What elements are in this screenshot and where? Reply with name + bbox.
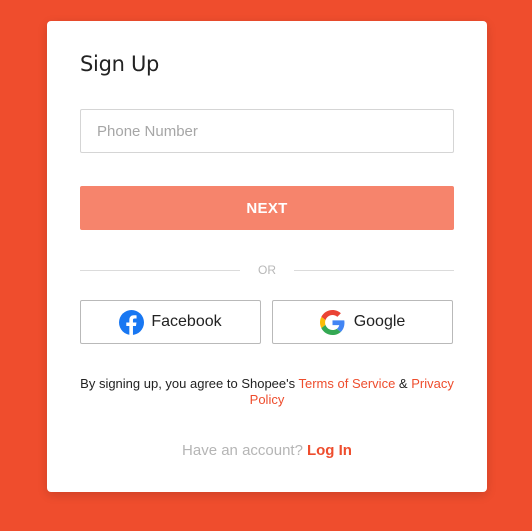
login-prompt-text: Have an account? bbox=[182, 442, 303, 459]
facebook-icon bbox=[119, 309, 145, 335]
google-icon bbox=[319, 309, 345, 335]
google-login-button[interactable]: Google bbox=[272, 300, 453, 344]
or-divider: OR bbox=[80, 262, 454, 278]
next-button[interactable]: NEXT bbox=[80, 186, 454, 230]
terms-notice: By signing up, you agree to Shopee's Ter… bbox=[80, 376, 454, 408]
facebook-login-button[interactable]: Facebook bbox=[80, 300, 261, 344]
login-prompt-row: Have an account? Log In bbox=[80, 442, 454, 459]
google-button-label: Google bbox=[353, 313, 406, 330]
divider-line-right bbox=[294, 270, 454, 271]
terms-prefix-text: By signing up, you agree to Shopee's bbox=[80, 376, 299, 391]
facebook-button-label: Facebook bbox=[151, 313, 222, 330]
terms-of-service-link[interactable]: Terms of Service bbox=[299, 376, 396, 391]
phone-number-input[interactable] bbox=[80, 109, 454, 153]
page-title: Sign Up bbox=[80, 52, 160, 76]
terms-joiner-text: & bbox=[395, 376, 412, 391]
signup-card: Sign Up NEXT OR Facebook Google By signi bbox=[47, 21, 487, 492]
log-in-link[interactable]: Log In bbox=[307, 442, 352, 459]
